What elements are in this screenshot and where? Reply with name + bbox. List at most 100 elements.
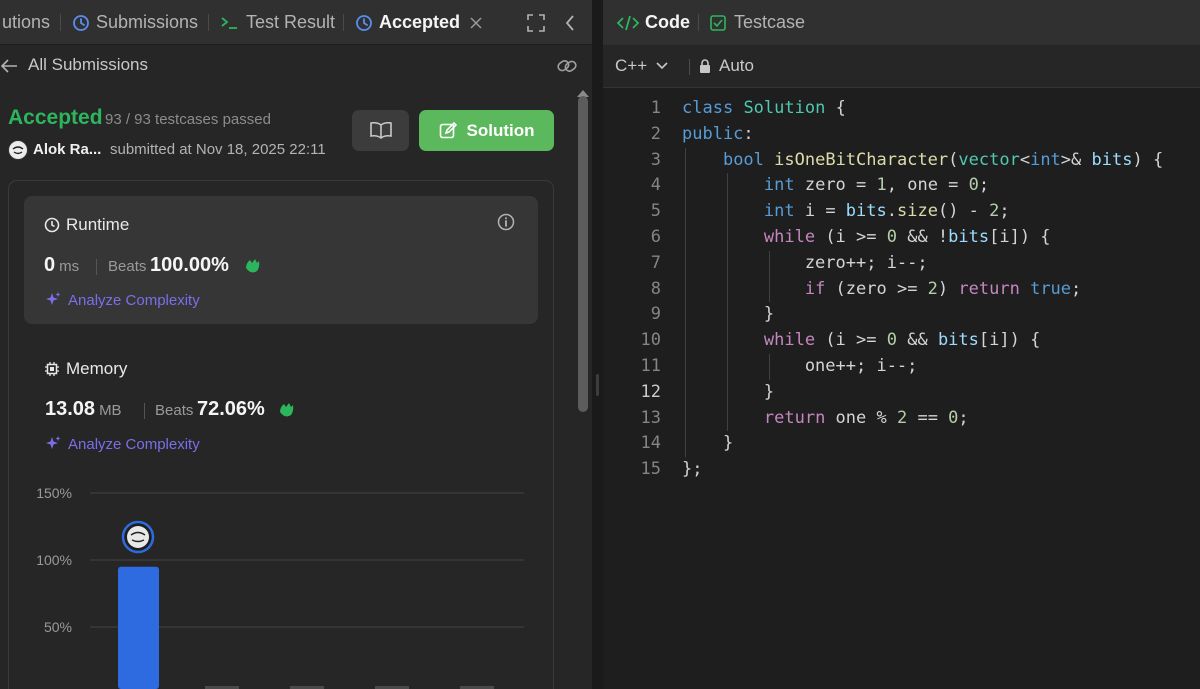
memory-title: Memory (44, 359, 127, 379)
all-submissions-link[interactable]: All Submissions (28, 55, 148, 75)
line-number: 2 (650, 123, 661, 144)
code-text: } (682, 433, 734, 454)
code-line[interactable]: 1 class Solution { (603, 96, 1200, 122)
runtime-analyze-complexity[interactable]: Analyze Complexity (44, 291, 200, 309)
line-number: 6 (650, 226, 661, 247)
line-number: 3 (650, 149, 661, 170)
editor-toolbar: C++ Auto (603, 45, 1200, 88)
runtime-title: Runtime (44, 215, 129, 235)
tab-test-result-label: Test Result (246, 12, 336, 32)
tab-divider (698, 14, 699, 31)
tab-solutions[interactable]: utions (2, 0, 50, 45)
line-number: 4 (650, 175, 661, 196)
code-editor[interactable]: 1 class Solution { 2 public: 3 bool isOneBit… (603, 96, 1200, 483)
status-accepted: Accepted (8, 106, 103, 129)
sparkle-icon (44, 291, 62, 309)
tab-testcase-label: Testcase (734, 12, 806, 32)
lock-icon (699, 58, 711, 74)
line-number: 5 (650, 201, 661, 222)
code-line[interactable]: 3 bool isOneBitCharacter(vector<int>& bi… (603, 148, 1200, 174)
code-line[interactable]: 14 } (603, 431, 1200, 457)
resize-handle[interactable] (596, 374, 599, 396)
clock-icon (44, 217, 60, 233)
line-number: 9 (650, 304, 661, 325)
code-line[interactable]: 13 return one % 2 == 0; (603, 406, 1200, 432)
tab-divider (60, 14, 61, 31)
history-icon (72, 14, 90, 32)
right-tab-bar: Code Testcase (603, 0, 1200, 45)
line-number: 8 (650, 278, 661, 299)
runtime-card[interactable]: Runtime 0 ms Beats 100.00% Analyze Comple… (24, 196, 538, 324)
line-number: 10 (640, 330, 661, 351)
memory-beats-value: 72.06% (197, 398, 265, 420)
code-text: } (682, 381, 775, 402)
memory-number: 13.08 (45, 398, 96, 420)
book-icon (370, 122, 392, 139)
memory-section[interactable]: Memory 13.08 MB Beats 72.06% Analyze Comp… (24, 340, 538, 468)
code-line[interactable]: 12 } (603, 380, 1200, 406)
testcases-passed: 93 / 93 testcases passed (105, 111, 271, 128)
code-line[interactable]: 10 while (i >= 0 && bits[i]) { (603, 328, 1200, 354)
memory-beats-label: Beats (155, 402, 194, 419)
code-line[interactable]: 2 public: (603, 122, 1200, 148)
code-line[interactable]: 5 int i = bits.size() - 2; (603, 199, 1200, 225)
memory-distribution-chart: 150% 100% 50% (36, 485, 524, 689)
memory-title-label: Memory (66, 359, 128, 378)
tab-accepted[interactable]: Accepted (355, 0, 482, 45)
author-name[interactable]: Alok Ra... (33, 141, 101, 158)
line-number: 13 (640, 407, 661, 428)
sparkle-icon (44, 435, 62, 453)
chevron-down-icon (655, 61, 669, 71)
code-line[interactable]: 6 while (i >= 0 && !bits[i]) { (603, 225, 1200, 251)
scrollbar-thumb[interactable] (578, 96, 588, 412)
chip-icon (44, 361, 60, 377)
solution-button[interactable]: Solution (419, 110, 554, 151)
code-line[interactable]: 11 one++; i--; (603, 354, 1200, 380)
memory-unit: MB (99, 402, 122, 419)
code-line[interactable]: 9 } (603, 302, 1200, 328)
tab-code[interactable]: Code (617, 0, 690, 45)
code-text: int zero = 1, one = 0; (763, 175, 990, 196)
memory-analyze-complexity[interactable]: Analyze Complexity (44, 435, 200, 453)
info-icon[interactable] (497, 213, 515, 231)
tab-testcase[interactable]: Testcase (710, 0, 805, 45)
editorial-button[interactable] (352, 110, 409, 151)
code-text: return one % 2 == 0; (763, 407, 969, 428)
code-line[interactable]: 15}; (603, 457, 1200, 483)
clap-icon (276, 400, 296, 420)
code-text: class Solution { (682, 98, 846, 118)
memory-analyze-label: Analyze Complexity (68, 435, 200, 453)
runtime-unit: ms (59, 258, 80, 275)
avatar[interactable] (8, 140, 28, 160)
code-text: while (i >= 0 && !bits[i]) { (763, 226, 1051, 247)
link-icon[interactable] (556, 56, 578, 76)
code-line[interactable]: 8 if (zero >= 2) return true; (603, 277, 1200, 303)
tab-test-result[interactable]: Test Result (220, 0, 335, 45)
code-icon (617, 15, 639, 31)
code-line[interactable]: 7 zero++; i--; (603, 251, 1200, 277)
tab-submissions[interactable]: Submissions (72, 0, 198, 45)
y-tick-label: 50% (44, 619, 72, 635)
code-line[interactable]: 4 int zero = 1, one = 0; (603, 173, 1200, 199)
code-text: } (682, 304, 775, 325)
chart-bar[interactable] (118, 566, 159, 689)
memory-value: 13.08 MB (45, 398, 122, 421)
collapse-left-icon[interactable] (564, 14, 576, 32)
line-number: 1 (650, 98, 661, 118)
close-icon[interactable] (470, 16, 482, 29)
submission-subheader: All Submissions (0, 46, 592, 86)
tab-accepted-label: Accepted (379, 12, 461, 32)
indent-guide (769, 354, 770, 380)
fullscreen-icon[interactable] (527, 14, 545, 32)
indent-guide (769, 250, 770, 303)
code-text: if (zero >= 2) return true; (804, 278, 1082, 299)
auto-mode[interactable]: Auto (699, 56, 754, 76)
left-tab-bar: utions Submissions Test Result Accepted (0, 0, 592, 45)
panel-divider[interactable] (592, 0, 603, 689)
language-select[interactable]: C++ (615, 56, 669, 76)
y-tick-label: 100% (36, 552, 72, 568)
user-avatar-marker[interactable] (121, 520, 155, 554)
back-arrow-icon[interactable] (0, 58, 18, 74)
history-icon (355, 14, 373, 32)
code-text: }; (682, 459, 703, 480)
